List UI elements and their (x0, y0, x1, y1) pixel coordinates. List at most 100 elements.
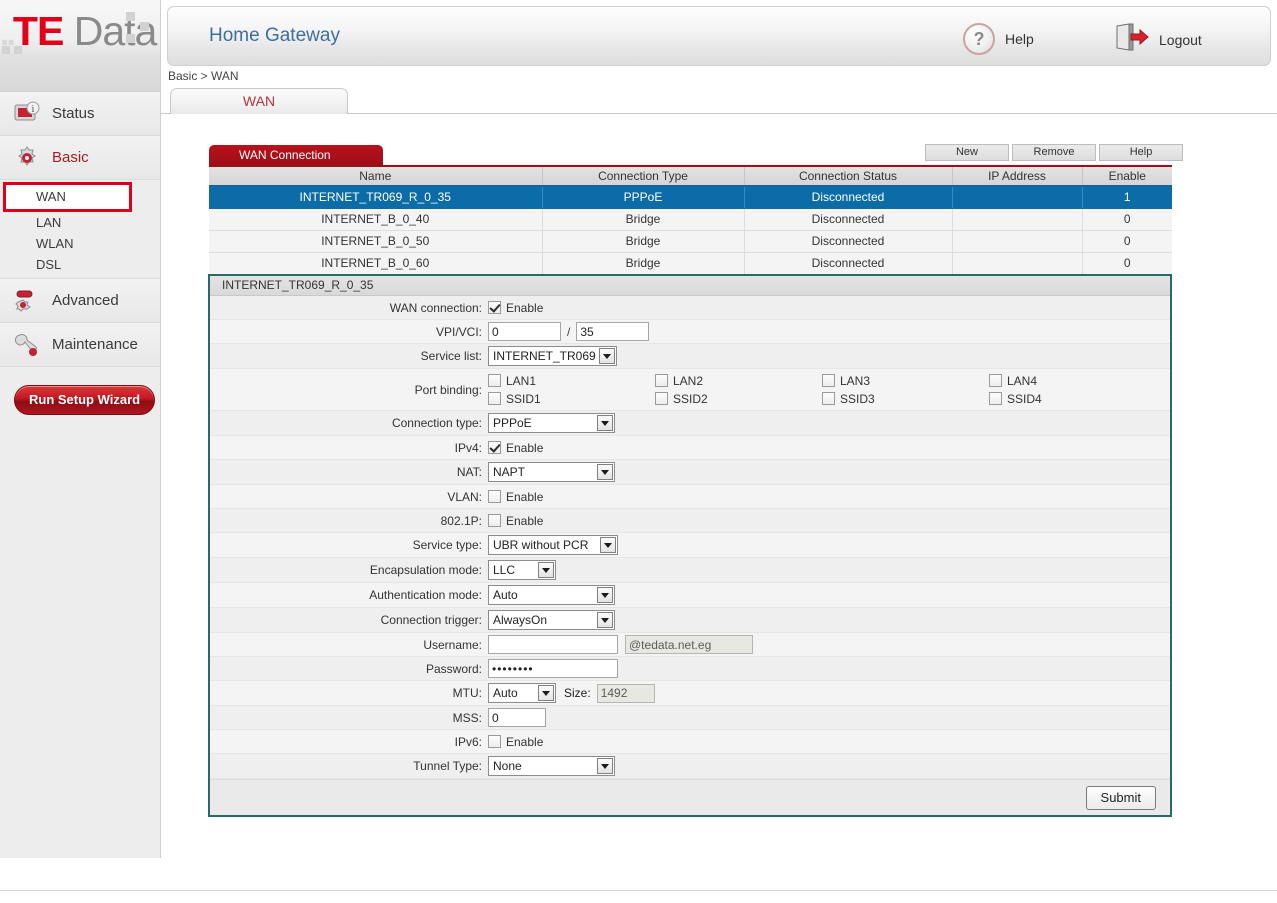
ssid2-checkbox[interactable] (655, 392, 668, 405)
sidebar-item-status[interactable]: i Status (0, 92, 160, 136)
cell-name: INTERNET_B_0_40 (209, 208, 542, 230)
vpi-input[interactable] (488, 322, 561, 341)
new-button[interactable]: New (925, 144, 1009, 161)
row-password: Password: (210, 657, 1170, 681)
table-row[interactable]: INTERNET_B_0_40 Bridge Disconnected 0 (209, 208, 1172, 230)
label-mtu-size: Size: (564, 686, 591, 700)
cell-enable: 0 (1082, 208, 1172, 230)
monitor-info-icon: i (12, 99, 42, 129)
chevron-down-icon (597, 612, 613, 628)
wizard-button-container: Run Setup Wizard (0, 367, 160, 415)
top-header: Home Gateway ? Help Logout (161, 0, 1277, 68)
mtu-size-input (597, 684, 655, 703)
chevron-down-icon (599, 348, 615, 364)
password-input[interactable] (488, 659, 618, 678)
ssid2-label: SSID2 (673, 392, 708, 406)
cell-name: INTERNET_B_0_50 (209, 230, 542, 252)
sidebar-item-wlan[interactable]: WLAN (0, 233, 160, 254)
lan1-checkbox[interactable] (488, 374, 501, 387)
run-setup-wizard-button[interactable]: Run Setup Wizard (14, 385, 155, 415)
row-802-1p: 802.1P: Enable (210, 509, 1170, 533)
submit-button[interactable]: Submit (1086, 786, 1156, 810)
ssid3-checkbox[interactable] (822, 392, 835, 405)
connection-type-value: PPPoE (493, 416, 594, 430)
dot1p-enable-checkbox[interactable] (488, 514, 501, 527)
table-header-row: Name Connection Type Connection Status I… (209, 166, 1172, 186)
ipv4-enable-label: Enable (506, 441, 543, 455)
logout-button[interactable]: Logout (1113, 23, 1202, 56)
remove-button[interactable]: Remove (1012, 144, 1096, 161)
nat-select[interactable]: NAPT (488, 462, 615, 482)
mtu-select[interactable]: Auto (488, 683, 556, 703)
service-list-select[interactable]: INTERNET_TR069 (488, 346, 617, 366)
vlan-enable-label: Enable (506, 490, 543, 504)
sidebar-item-dsl[interactable]: DSL (0, 254, 160, 275)
gear-icon (12, 143, 42, 173)
sidebar-item-lan[interactable]: LAN (0, 212, 160, 233)
authentication-mode-select[interactable]: Auto (488, 585, 615, 605)
vlan-enable-checkbox[interactable] (488, 490, 501, 503)
vci-input[interactable] (576, 322, 649, 341)
label-mss: MSS: (210, 711, 488, 725)
cell-name: INTERNET_TR069_R_0_35 (209, 186, 542, 208)
table-row[interactable]: INTERNET_TR069_R_0_35 PPPoE Disconnected… (209, 186, 1172, 208)
table-help-button[interactable]: Help (1099, 144, 1183, 161)
connection-type-select[interactable]: PPPoE (488, 413, 615, 433)
lan2-checkbox[interactable] (655, 374, 668, 387)
help-button-label: Help (1005, 31, 1034, 47)
logout-door-arrow-icon (1113, 23, 1149, 56)
cell-enable: 0 (1082, 230, 1172, 252)
tunnel-type-select[interactable]: None (488, 756, 615, 776)
connection-trigger-select[interactable]: AlwaysOn (488, 610, 615, 630)
help-button[interactable]: ? Help (963, 23, 1034, 55)
cell-ip-address (952, 230, 1082, 252)
sidebar-item-advanced[interactable]: Advanced (0, 279, 160, 323)
lan1-label: LAN1 (506, 374, 536, 388)
sidebar-item-wan[interactable]: WAN (3, 182, 132, 212)
table-row[interactable]: INTERNET_B_0_60 Bridge Disconnected 0 (209, 252, 1172, 274)
column-header-connection-type: Connection Type (542, 166, 744, 186)
label-ipv6: IPv6: (210, 735, 488, 749)
sidebar-item-maintenance[interactable]: Maintenance (0, 323, 160, 367)
ssid4-checkbox[interactable] (989, 392, 1002, 405)
lan4-checkbox[interactable] (989, 374, 1002, 387)
nat-value: NAPT (493, 465, 594, 479)
cell-connection-status: Disconnected (744, 230, 952, 252)
cell-connection-type: Bridge (542, 230, 744, 252)
table-row[interactable]: INTERNET_B_0_50 Bridge Disconnected 0 (209, 230, 1172, 252)
cell-connection-status: Disconnected (744, 252, 952, 274)
tab-wan[interactable]: WAN (170, 88, 348, 114)
row-tunnel-type: Tunnel Type: None (210, 754, 1170, 779)
label-wan-connection: WAN connection: (210, 301, 488, 315)
ssid1-checkbox[interactable] (488, 392, 501, 405)
service-list-value: INTERNET_TR069 (493, 349, 596, 363)
chevron-down-icon (538, 562, 554, 578)
cell-connection-status: Disconnected (744, 208, 952, 230)
sidebar-item-basic[interactable]: Basic (0, 136, 160, 180)
mss-input[interactable] (488, 708, 546, 727)
username-input[interactable] (488, 635, 618, 654)
ipv6-enable-checkbox[interactable] (488, 735, 501, 748)
cell-connection-type: Bridge (542, 252, 744, 274)
ipv4-enable-checkbox[interactable] (488, 441, 501, 454)
label-tunnel-type: Tunnel Type: (210, 759, 488, 773)
wan-connection-enable-checkbox[interactable] (488, 301, 501, 314)
sidebar-item-wan-label: WAN (36, 189, 66, 204)
service-type-select[interactable]: UBR without PCR (488, 535, 618, 555)
cell-name: INTERNET_B_0_60 (209, 252, 542, 274)
chevron-down-icon (597, 464, 613, 480)
encapsulation-mode-value: LLC (493, 563, 535, 577)
column-header-connection-status: Connection Status (744, 166, 952, 186)
row-authentication-mode: Authentication mode: Auto (210, 583, 1170, 608)
label-vpi-vci: VPI/VCI: (210, 325, 488, 339)
sidebar-item-basic-label: Basic (52, 149, 89, 166)
encapsulation-mode-select[interactable]: LLC (488, 560, 556, 580)
lan3-label: LAN3 (840, 374, 870, 388)
cell-enable: 1 (1082, 186, 1172, 208)
logo-square-5 (14, 46, 22, 54)
ssid3-label: SSID3 (840, 392, 875, 406)
sidebar-item-maintenance-label: Maintenance (52, 336, 138, 353)
logo-square-1 (126, 12, 135, 21)
ssid4-label: SSID4 (1007, 392, 1042, 406)
lan3-checkbox[interactable] (822, 374, 835, 387)
